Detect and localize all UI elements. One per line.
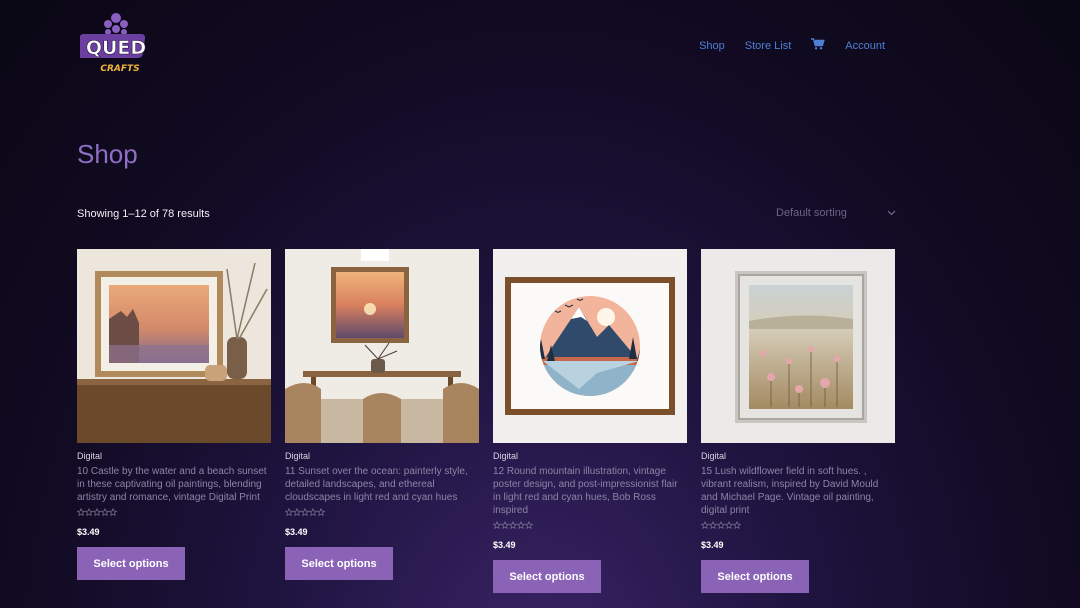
page-title: Shop [77,139,138,169]
product-price: $3.49 [285,527,308,537]
product-image[interactable] [285,249,479,443]
product-card: Digital 12 Round mountain illustration, … [492,249,687,593]
select-options-button[interactable]: Select options [77,547,185,580]
star-rating [700,520,742,529]
product-category: Digital [77,451,103,461]
product-card: Digital 11 Sunset over the ocean: painte… [284,249,479,593]
product-grid: Digital 10 Castle by the water and a bea… [76,249,895,593]
select-options-button[interactable]: Select options [701,560,809,593]
main-nav: Shop Store List Account [699,38,885,53]
chevron-down-icon [887,210,896,216]
product-title[interactable]: 15 Lush wildflower field in soft hues. ,… [701,465,895,517]
product-image[interactable] [701,249,895,443]
sorting-label: Default sorting [776,207,847,219]
star-rating [492,520,534,529]
product-category: Digital [493,451,519,461]
site-logo[interactable]: QUED CRAFTS [76,10,152,78]
nav-store-list[interactable]: Store List [745,40,791,52]
sorting-select[interactable]: Default sorting [776,205,896,221]
product-category: Digital [701,451,727,461]
nav-shop[interactable]: Shop [699,40,725,52]
product-title[interactable]: 10 Castle by the water and a beach sunse… [77,465,271,504]
result-count: Showing 1–12 of 78 results [77,208,210,220]
product-card: Digital 10 Castle by the water and a bea… [76,249,271,593]
select-options-button[interactable]: Select options [285,547,393,580]
product-price: $3.49 [493,540,516,550]
product-image[interactable] [77,249,271,443]
star-rating [76,507,118,516]
select-options-button[interactable]: Select options [493,560,601,593]
product-title[interactable]: 12 Round mountain illustration, vintage … [493,465,687,517]
logo-subtext: CRAFTS [100,64,139,74]
product-card: Digital 15 Lush wildflower field in soft… [700,249,895,593]
logo-text: QUED [86,37,146,59]
star-rating [284,507,326,516]
product-price: $3.49 [701,540,724,550]
product-category: Digital [285,451,311,461]
product-title[interactable]: 11 Sunset over the ocean: painterly styl… [285,465,479,504]
logo-mark: QUED CRAFTS [76,13,146,74]
nav-account[interactable]: Account [845,40,885,52]
cart-icon[interactable] [811,38,825,53]
product-image[interactable] [493,249,687,443]
product-price: $3.49 [77,527,100,537]
